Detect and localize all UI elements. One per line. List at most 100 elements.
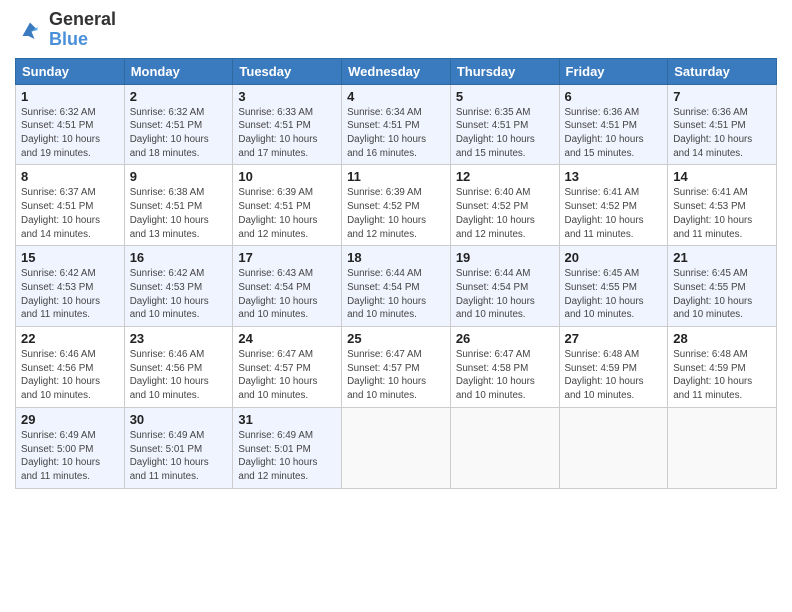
day-info: Sunrise: 6:48 AM Sunset: 4:59 PM Dayligh… bbox=[565, 348, 663, 403]
day-number: 8 bbox=[21, 169, 119, 184]
calendar-cell bbox=[559, 407, 668, 488]
calendar-cell: 1 Sunrise: 6:32 AM Sunset: 4:51 PM Daylig… bbox=[16, 84, 125, 165]
day-info: Sunrise: 6:36 AM Sunset: 4:51 PM Dayligh… bbox=[673, 106, 771, 161]
header: General Blue bbox=[15, 10, 777, 50]
day-number: 4 bbox=[347, 89, 445, 104]
day-info: Sunrise: 6:47 AM Sunset: 4:57 PM Dayligh… bbox=[238, 348, 336, 403]
calendar-cell: 12Sunrise: 6:40 AM Sunset: 4:52 PM Dayli… bbox=[450, 165, 559, 246]
calendar-cell: 10 Sunrise: 6:39 AM Sunset: 4:51 PM Dayli… bbox=[233, 165, 342, 246]
day-info: Sunrise: 6:49 AM Sunset: 5:01 PM Dayligh… bbox=[238, 429, 336, 484]
day-info: Sunrise: 6:37 AM Sunset: 4:51 PM Dayligh… bbox=[21, 186, 119, 241]
calendar-week-row: 29 Sunrise: 6:49 AM Sunset: 5:00 PM Dayli… bbox=[16, 407, 777, 488]
day-number: 13 bbox=[565, 169, 663, 184]
calendar-cell: 22 Sunrise: 6:46 AM Sunset: 4:56 PM Dayli… bbox=[16, 327, 125, 408]
calendar-week-row: 8 Sunrise: 6:37 AM Sunset: 4:51 PM Daylig… bbox=[16, 165, 777, 246]
day-number: 30 bbox=[130, 412, 228, 427]
day-info: Sunrise: 6:41 AM Sunset: 4:53 PM Dayligh… bbox=[673, 186, 771, 241]
calendar-header-friday: Friday bbox=[559, 58, 668, 84]
day-info: Sunrise: 6:33 AM Sunset: 4:51 PM Dayligh… bbox=[238, 106, 336, 161]
day-info: Sunrise: 6:49 AM Sunset: 5:00 PM Dayligh… bbox=[21, 429, 119, 484]
day-info: Sunrise: 6:49 AM Sunset: 5:01 PM Dayligh… bbox=[130, 429, 228, 484]
logo-text-blue: Blue bbox=[49, 30, 116, 50]
day-number: 24 bbox=[238, 331, 336, 346]
calendar-cell: 26 Sunrise: 6:47 AM Sunset: 4:58 PM Dayli… bbox=[450, 327, 559, 408]
day-number: 19 bbox=[456, 250, 554, 265]
calendar-cell: 30 Sunrise: 6:49 AM Sunset: 5:01 PM Dayli… bbox=[124, 407, 233, 488]
calendar-cell: 2 Sunrise: 6:32 AM Sunset: 4:51 PM Daylig… bbox=[124, 84, 233, 165]
logo-text-general: General bbox=[49, 10, 116, 30]
day-info: Sunrise: 6:48 AM Sunset: 4:59 PM Dayligh… bbox=[673, 348, 771, 403]
day-number: 1 bbox=[21, 89, 119, 104]
day-info: Sunrise: 6:46 AM Sunset: 4:56 PM Dayligh… bbox=[21, 348, 119, 403]
logo: General Blue bbox=[15, 10, 116, 50]
day-number: 22 bbox=[21, 331, 119, 346]
calendar-cell: 9Sunrise: 6:38 AM Sunset: 4:51 PM Daylig… bbox=[124, 165, 233, 246]
day-number: 10 bbox=[238, 169, 336, 184]
logo-icon bbox=[15, 15, 45, 45]
day-number: 17 bbox=[238, 250, 336, 265]
day-info: Sunrise: 6:44 AM Sunset: 4:54 PM Dayligh… bbox=[347, 267, 445, 322]
calendar-header-row: SundayMondayTuesdayWednesdayThursdayFrid… bbox=[16, 58, 777, 84]
calendar-cell: 11Sunrise: 6:39 AM Sunset: 4:52 PM Dayli… bbox=[342, 165, 451, 246]
day-info: Sunrise: 6:39 AM Sunset: 4:51 PM Dayligh… bbox=[238, 186, 336, 241]
day-number: 5 bbox=[456, 89, 554, 104]
day-number: 28 bbox=[673, 331, 771, 346]
day-number: 21 bbox=[673, 250, 771, 265]
calendar-cell: 27 Sunrise: 6:48 AM Sunset: 4:59 PM Dayli… bbox=[559, 327, 668, 408]
day-info: Sunrise: 6:47 AM Sunset: 4:58 PM Dayligh… bbox=[456, 348, 554, 403]
page: General Blue SundayMondayTuesdayWednesda… bbox=[0, 0, 792, 612]
day-info: Sunrise: 6:32 AM Sunset: 4:51 PM Dayligh… bbox=[130, 106, 228, 161]
calendar-cell bbox=[450, 407, 559, 488]
day-info: Sunrise: 6:36 AM Sunset: 4:51 PM Dayligh… bbox=[565, 106, 663, 161]
day-number: 27 bbox=[565, 331, 663, 346]
day-number: 20 bbox=[565, 250, 663, 265]
day-number: 18 bbox=[347, 250, 445, 265]
day-number: 2 bbox=[130, 89, 228, 104]
calendar-week-row: 1 Sunrise: 6:32 AM Sunset: 4:51 PM Daylig… bbox=[16, 84, 777, 165]
calendar-header-tuesday: Tuesday bbox=[233, 58, 342, 84]
day-info: Sunrise: 6:46 AM Sunset: 4:56 PM Dayligh… bbox=[130, 348, 228, 403]
day-info: Sunrise: 6:42 AM Sunset: 4:53 PM Dayligh… bbox=[21, 267, 119, 322]
calendar-cell: 8 Sunrise: 6:37 AM Sunset: 4:51 PM Daylig… bbox=[16, 165, 125, 246]
calendar-cell: 6 Sunrise: 6:36 AM Sunset: 4:51 PM Daylig… bbox=[559, 84, 668, 165]
calendar-cell: 28 Sunrise: 6:48 AM Sunset: 4:59 PM Dayli… bbox=[668, 327, 777, 408]
day-number: 16 bbox=[130, 250, 228, 265]
calendar-cell: 14 Sunrise: 6:41 AM Sunset: 4:53 PM Dayli… bbox=[668, 165, 777, 246]
day-info: Sunrise: 6:34 AM Sunset: 4:51 PM Dayligh… bbox=[347, 106, 445, 161]
day-number: 25 bbox=[347, 331, 445, 346]
calendar-cell: 23 Sunrise: 6:46 AM Sunset: 4:56 PM Dayli… bbox=[124, 327, 233, 408]
day-info: Sunrise: 6:45 AM Sunset: 4:55 PM Dayligh… bbox=[565, 267, 663, 322]
day-number: 6 bbox=[565, 89, 663, 104]
day-number: 31 bbox=[238, 412, 336, 427]
calendar-cell: 13Sunrise: 6:41 AM Sunset: 4:52 PM Dayli… bbox=[559, 165, 668, 246]
day-number: 29 bbox=[21, 412, 119, 427]
calendar-header-saturday: Saturday bbox=[668, 58, 777, 84]
day-info: Sunrise: 6:47 AM Sunset: 4:57 PM Dayligh… bbox=[347, 348, 445, 403]
day-number: 14 bbox=[673, 169, 771, 184]
day-number: 26 bbox=[456, 331, 554, 346]
calendar-header-sunday: Sunday bbox=[16, 58, 125, 84]
day-info: Sunrise: 6:32 AM Sunset: 4:51 PM Dayligh… bbox=[21, 106, 119, 161]
calendar-cell: 4 Sunrise: 6:34 AM Sunset: 4:51 PM Daylig… bbox=[342, 84, 451, 165]
calendar-week-row: 15 Sunrise: 6:42 AM Sunset: 4:53 PM Dayli… bbox=[16, 246, 777, 327]
calendar-cell: 29 Sunrise: 6:49 AM Sunset: 5:00 PM Dayli… bbox=[16, 407, 125, 488]
calendar-cell: 25 Sunrise: 6:47 AM Sunset: 4:57 PM Dayli… bbox=[342, 327, 451, 408]
day-number: 15 bbox=[21, 250, 119, 265]
calendar-week-row: 22 Sunrise: 6:46 AM Sunset: 4:56 PM Dayli… bbox=[16, 327, 777, 408]
calendar-table: SundayMondayTuesdayWednesdayThursdayFrid… bbox=[15, 58, 777, 489]
day-info: Sunrise: 6:39 AM Sunset: 4:52 PM Dayligh… bbox=[347, 186, 445, 241]
calendar-header-thursday: Thursday bbox=[450, 58, 559, 84]
calendar-cell: 16 Sunrise: 6:42 AM Sunset: 4:53 PM Dayli… bbox=[124, 246, 233, 327]
calendar-cell: 24 Sunrise: 6:47 AM Sunset: 4:57 PM Dayli… bbox=[233, 327, 342, 408]
calendar-cell: 7Sunrise: 6:36 AM Sunset: 4:51 PM Daylig… bbox=[668, 84, 777, 165]
day-info: Sunrise: 6:40 AM Sunset: 4:52 PM Dayligh… bbox=[456, 186, 554, 241]
day-number: 3 bbox=[238, 89, 336, 104]
day-info: Sunrise: 6:44 AM Sunset: 4:54 PM Dayligh… bbox=[456, 267, 554, 322]
calendar-cell: 20 Sunrise: 6:45 AM Sunset: 4:55 PM Dayli… bbox=[559, 246, 668, 327]
calendar-cell bbox=[668, 407, 777, 488]
calendar-cell: 5Sunrise: 6:35 AM Sunset: 4:51 PM Daylig… bbox=[450, 84, 559, 165]
day-info: Sunrise: 6:45 AM Sunset: 4:55 PM Dayligh… bbox=[673, 267, 771, 322]
day-info: Sunrise: 6:42 AM Sunset: 4:53 PM Dayligh… bbox=[130, 267, 228, 322]
day-number: 23 bbox=[130, 331, 228, 346]
calendar-cell: 3 Sunrise: 6:33 AM Sunset: 4:51 PM Daylig… bbox=[233, 84, 342, 165]
